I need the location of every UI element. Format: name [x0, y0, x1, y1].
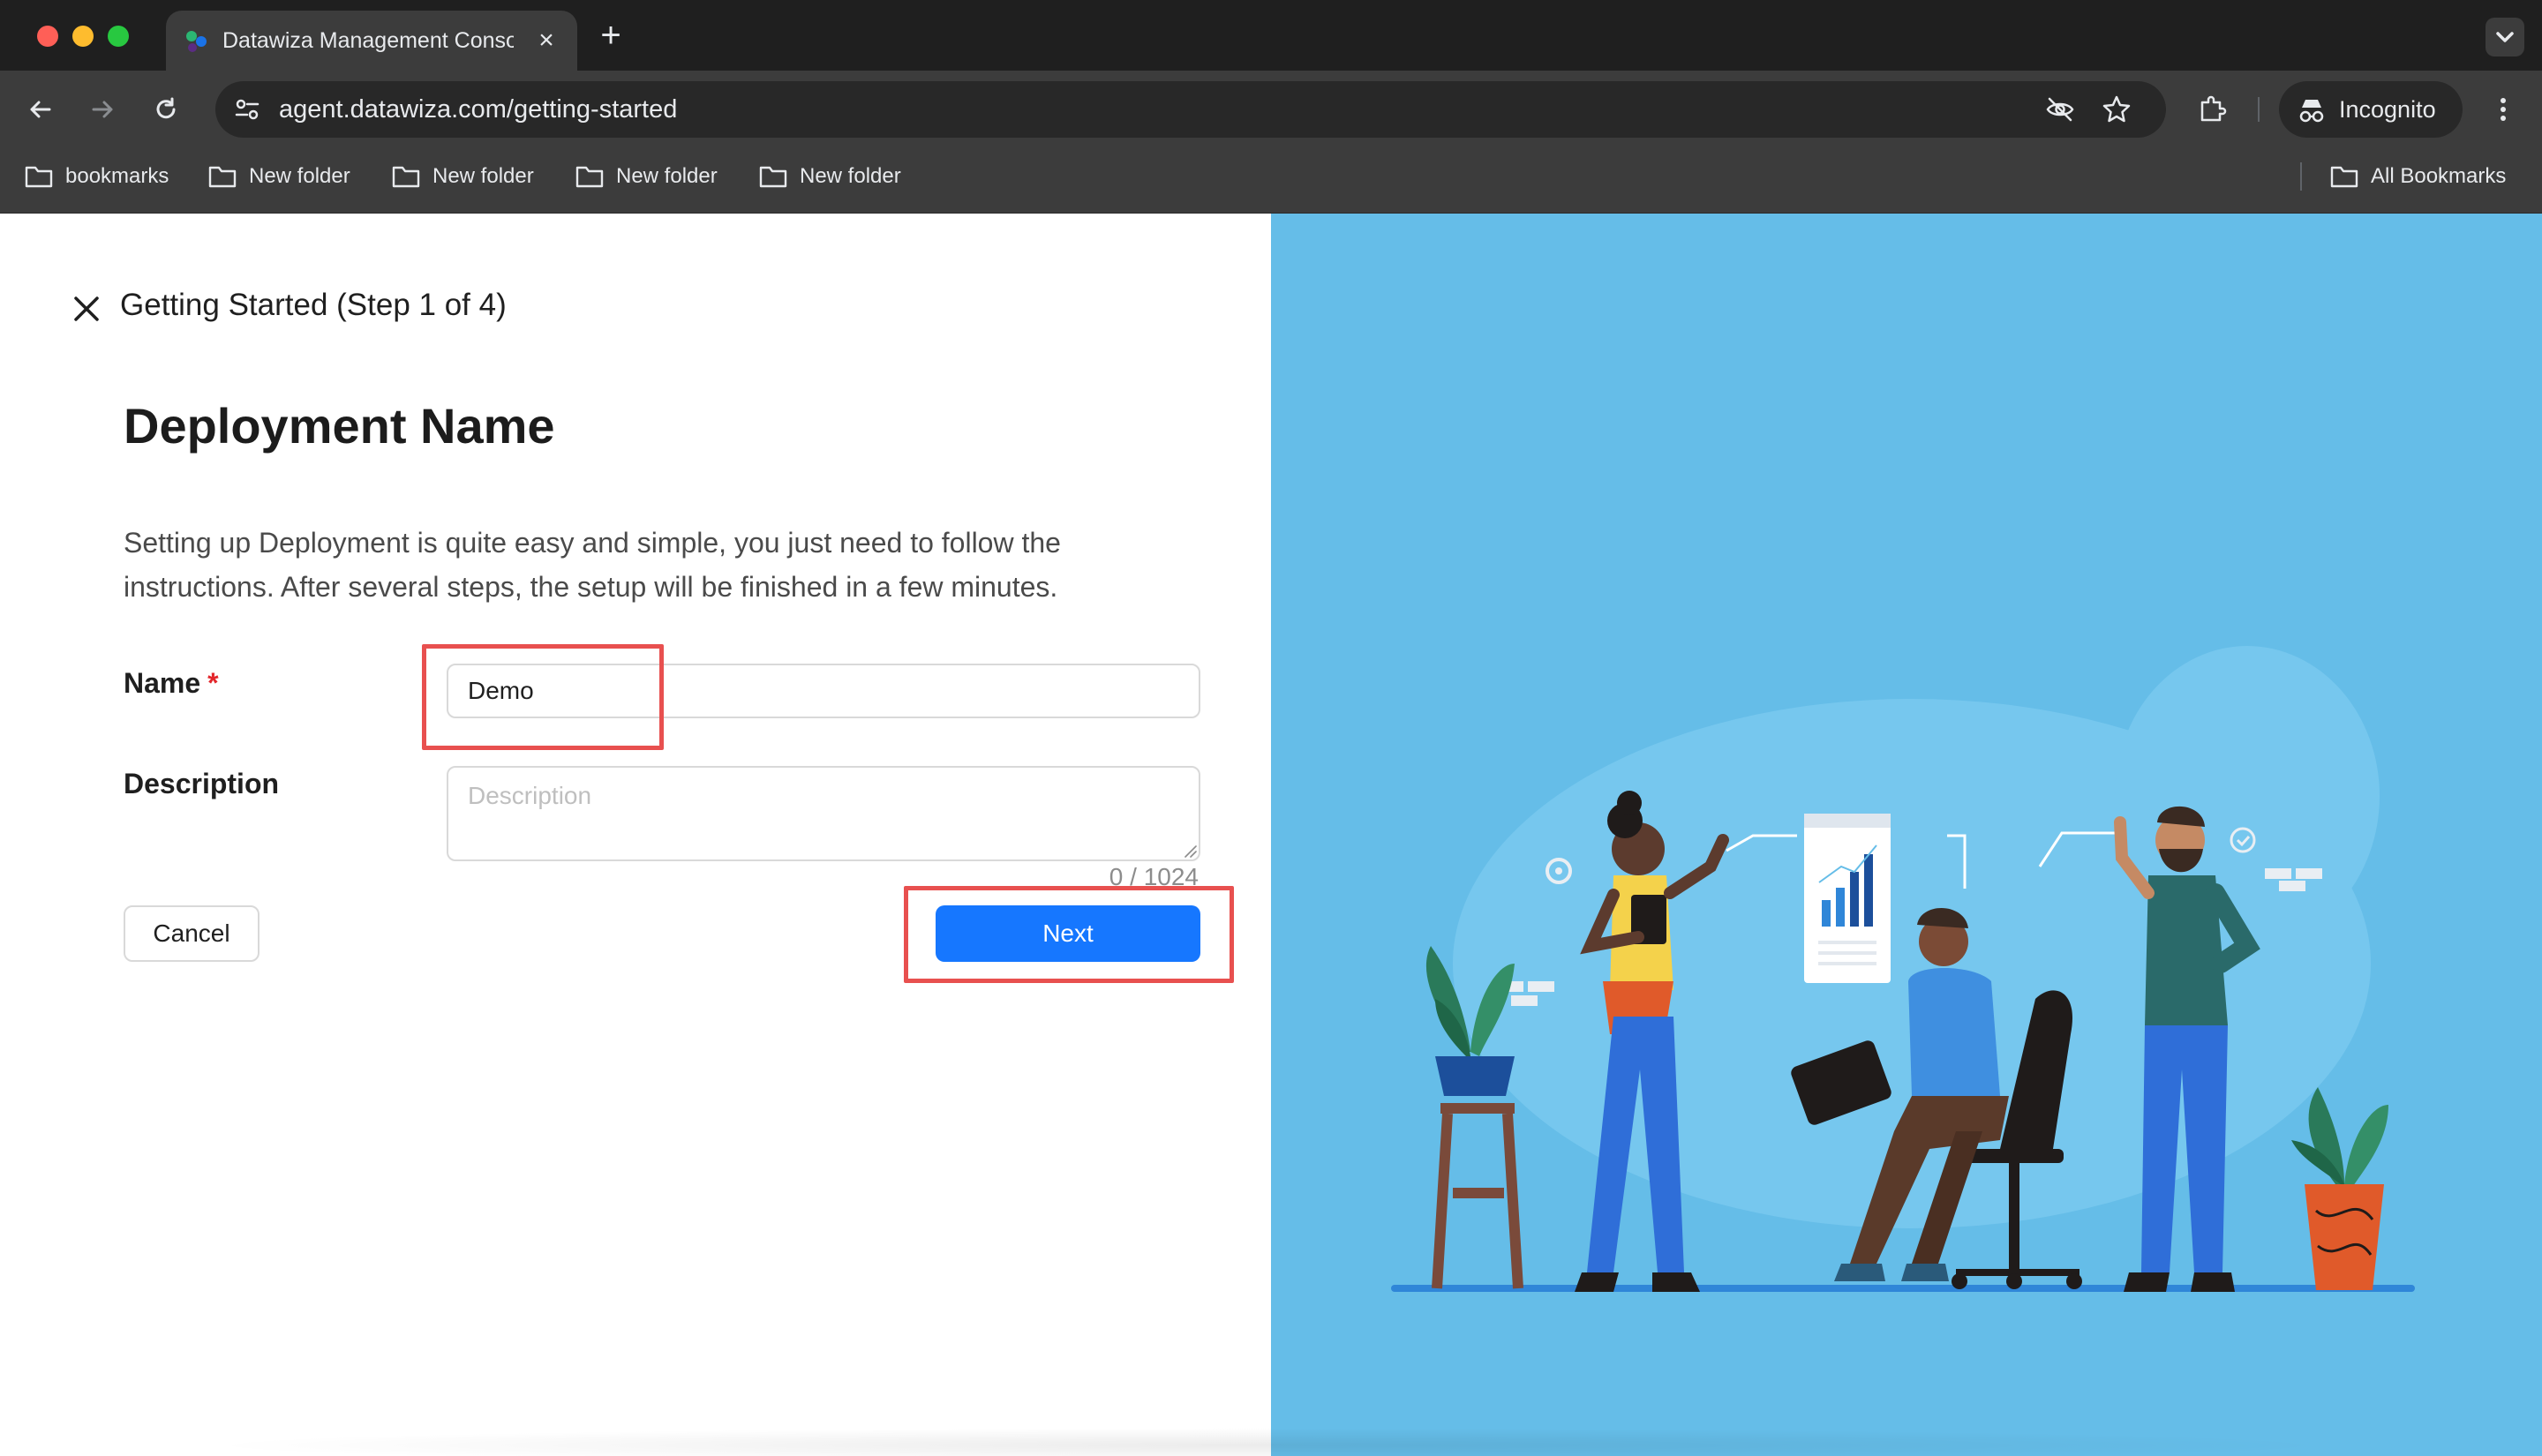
wizard-panel: Getting Started (Step 1 of 4) Deployment…	[0, 214, 1271, 1456]
bookmark-label: bookmarks	[65, 164, 169, 188]
more-vert-icon[interactable]	[2486, 92, 2521, 127]
wizard-step-title: Getting Started (Step 1 of 4)	[120, 288, 507, 322]
cancel-button[interactable]: Cancel	[124, 905, 259, 962]
resize-handle-icon[interactable]	[1183, 844, 1197, 858]
reload-icon[interactable]	[148, 92, 184, 127]
folder-icon	[208, 166, 237, 188]
footer-shadow	[194, 1428, 2348, 1456]
bookmark-label: New folder	[616, 164, 718, 188]
tab-search-button[interactable]	[2486, 18, 2524, 56]
chevron-down-icon	[2496, 32, 2514, 42]
back-arrow-icon[interactable]	[23, 92, 58, 127]
intro-text: Setting up Deployment is quite easy and …	[124, 527, 1061, 603]
name-field-label: Name *	[124, 667, 219, 700]
bookmark-label: New folder	[432, 164, 534, 188]
browser-titlebar: Datawiza Management Conso × +	[0, 0, 2542, 71]
bookmark-folder[interactable]: New folder	[759, 148, 901, 205]
address-bar[interactable]: agent.datawiza.com/getting-started	[215, 81, 2166, 138]
bookmark-folder[interactable]: New folder	[392, 148, 534, 205]
site-info-icon[interactable]	[231, 94, 263, 125]
team-illustration	[1391, 646, 2415, 1292]
folder-icon	[575, 166, 604, 188]
bookmark-folder[interactable]: New folder	[575, 148, 718, 205]
bookmark-label: New folder	[249, 164, 350, 188]
name-label-text: Name	[124, 667, 201, 699]
url-text[interactable]: agent.datawiza.com/getting-started	[279, 81, 677, 138]
folder-icon	[25, 166, 53, 188]
datawiza-favicon-icon	[186, 31, 207, 52]
extensions-puzzle-icon[interactable]	[2194, 92, 2230, 127]
minimize-window-button[interactable]	[72, 26, 94, 47]
description-field-label: Description	[124, 768, 280, 799]
required-mark: *	[207, 667, 219, 699]
illustration-panel	[1271, 214, 2542, 1456]
bookmark-label: New folder	[800, 164, 901, 188]
eye-off-icon[interactable]	[2044, 94, 2076, 125]
browser-toolbar: agent.datawiza.com/getting-started Incog…	[0, 71, 2542, 148]
close-icon[interactable]	[69, 291, 104, 326]
folder-icon	[759, 166, 787, 188]
bookmark-star-icon[interactable]	[2101, 94, 2132, 125]
forward-arrow-icon[interactable]	[85, 92, 120, 127]
bookmarks-bar: bookmarks New folder New folder New fold…	[0, 148, 2542, 214]
folder-icon	[392, 166, 420, 188]
incognito-profile-button[interactable]: Incognito	[2279, 81, 2463, 138]
page-content: Getting Started (Step 1 of 4) Deployment…	[0, 214, 2542, 1456]
browser-tab-active[interactable]: Datawiza Management Conso ×	[166, 11, 577, 71]
highlight-box-next	[904, 886, 1234, 983]
bookmarks-divider	[2300, 162, 2302, 191]
toolbar-divider	[2258, 97, 2260, 122]
description-input[interactable]	[447, 766, 1200, 861]
page-title: Deployment Name	[124, 398, 555, 454]
folder-icon	[2330, 166, 2358, 188]
tab-title: Datawiza Management Conso	[222, 28, 514, 53]
close-tab-icon[interactable]: ×	[533, 27, 560, 55]
new-tab-icon[interactable]: +	[593, 18, 628, 55]
bookmark-folder[interactable]: New folder	[208, 148, 350, 205]
incognito-icon	[2299, 100, 2324, 123]
bookmark-folder[interactable]: bookmarks	[25, 148, 169, 205]
maximize-window-button[interactable]	[108, 26, 129, 47]
all-bookmarks-button[interactable]: All Bookmarks	[2330, 148, 2506, 205]
highlight-box-name	[422, 644, 664, 750]
all-bookmarks-label: All Bookmarks	[2371, 164, 2507, 188]
close-window-button[interactable]	[37, 26, 58, 47]
profile-label: Incognito	[2339, 96, 2436, 123]
